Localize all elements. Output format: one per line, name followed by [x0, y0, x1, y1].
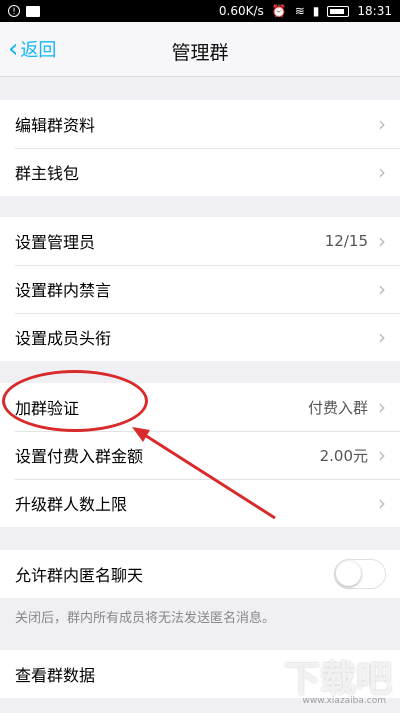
watermark-url: www.xiazaiba.com	[302, 696, 386, 706]
annotation-arrow	[132, 427, 276, 520]
watermark-logo: 下载吧	[283, 659, 392, 700]
